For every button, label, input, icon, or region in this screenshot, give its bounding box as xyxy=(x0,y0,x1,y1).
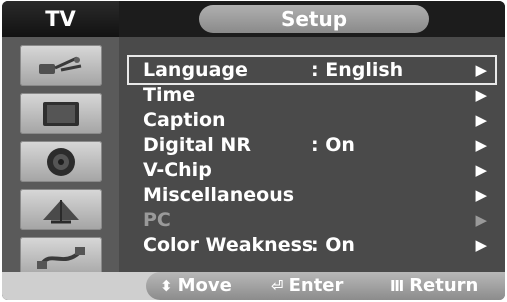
hint-enter-label: Enter xyxy=(288,275,344,296)
enter-icon: ⏎ xyxy=(271,277,284,295)
chevron-right-icon: ▶ xyxy=(475,136,487,154)
chevron-right-icon: ▶ xyxy=(475,111,487,129)
hint-enter: ⏎ Enter xyxy=(271,272,343,300)
chevron-right-icon: ▶ xyxy=(475,61,487,79)
menu-item-miscellaneous[interactable]: Miscellaneous ▶ xyxy=(129,182,495,208)
menu-item-caption[interactable]: Caption ▶ xyxy=(129,107,495,133)
menu-item-language[interactable]: Language : English ▶ xyxy=(127,55,497,85)
hint-move: ⬍ Move xyxy=(160,272,232,300)
tv-title: TV xyxy=(2,1,119,37)
footer-hints: ⬍ Move ⏎ Enter Ⅲ Return xyxy=(146,272,505,300)
speaker-icon[interactable] xyxy=(20,141,102,182)
menu-item-label: Digital NR xyxy=(143,134,251,156)
menu-item-time[interactable]: Time ▶ xyxy=(129,82,495,108)
chevron-right-icon: ▶ xyxy=(475,186,487,204)
chevron-right-icon: ▶ xyxy=(475,236,487,254)
menu-item-digital-nr[interactable]: Digital NR : On ▶ xyxy=(129,132,495,158)
chevron-right-icon: ▶ xyxy=(475,161,487,179)
menu-panel: Setup Language : English ▶ Time ▶ Captio… xyxy=(119,1,505,300)
title-bar: Setup xyxy=(119,1,505,37)
picture-icon[interactable] xyxy=(20,93,102,134)
menu-item-label: PC xyxy=(143,209,171,231)
menu-item-label: Miscellaneous xyxy=(143,184,295,206)
return-icon: Ⅲ xyxy=(390,277,405,295)
menu-item-label: V-Chip xyxy=(143,159,212,181)
menu-item-value: : On xyxy=(311,134,355,156)
page-title: Setup xyxy=(199,5,429,33)
menu-item-label: Caption xyxy=(143,109,226,131)
antenna-icon[interactable] xyxy=(20,45,102,86)
menu-item-value: : On xyxy=(311,234,355,256)
osd-frame: TV Setup Language: English ▶ Time ▶ Cap… xyxy=(2,1,505,300)
sidebar: TV xyxy=(2,1,119,300)
hint-return: Ⅲ Return xyxy=(390,272,478,300)
chevron-right-icon: ▶ xyxy=(475,86,487,104)
hint-move-label: Move xyxy=(177,275,232,296)
chevron-right-icon: ▶ xyxy=(475,211,487,229)
menu-item-label: Language xyxy=(143,59,248,81)
updown-arrow-icon: ⬍ xyxy=(160,277,173,295)
menu-item-label: Color Weakness xyxy=(143,234,314,256)
menu-item-value: : English xyxy=(311,59,404,81)
menu-item-v-chip[interactable]: V-Chip ▶ xyxy=(129,157,495,183)
menu-item-color-weakness[interactable]: Color Weakness : On ▶ xyxy=(129,232,495,258)
hint-return-label: Return xyxy=(409,275,479,296)
menu-item-pc: PC ▶ xyxy=(129,207,495,233)
satellite-dish-icon[interactable] xyxy=(20,189,102,230)
menu-item-label: Time xyxy=(143,84,196,106)
